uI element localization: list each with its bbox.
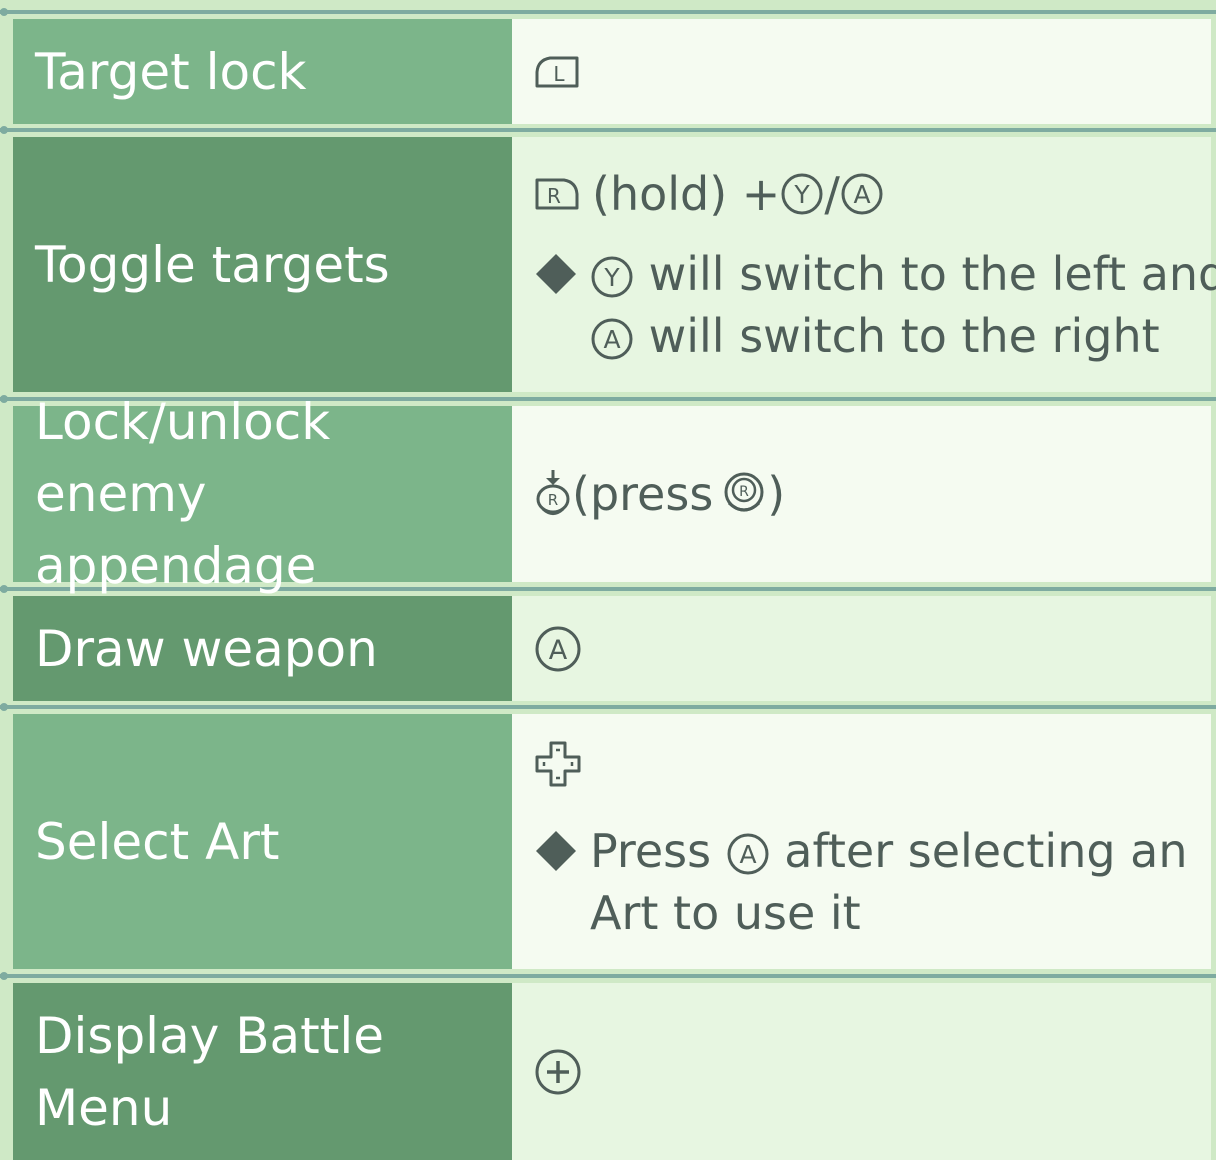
svg-text:A: A xyxy=(603,325,620,354)
control-row-display-battle-menu: Display Battle Menu xyxy=(0,983,1216,1160)
row-label: Select Art xyxy=(35,812,280,871)
control-row-draw-weapon: Draw weapon A xyxy=(0,596,1216,701)
control-row-target-lock: Target lock L xyxy=(0,19,1216,124)
svg-text:Y: Y xyxy=(603,263,620,292)
control-text: (press xyxy=(572,467,714,521)
control-text: ) xyxy=(767,467,786,521)
r-stick-press-icon: R xyxy=(534,468,572,520)
row-label-cell: Draw weapon xyxy=(13,596,512,701)
a-button-icon: A xyxy=(534,625,582,673)
control-note: Press A after selecting an Art to use it xyxy=(534,820,1201,944)
row-control-cell: Press A after selecting an Art to use it xyxy=(512,714,1211,969)
row-separator xyxy=(0,972,1216,980)
row-label-line: Menu xyxy=(35,1078,173,1137)
control-note: Y will switch to the left and A will swi… xyxy=(534,243,1216,367)
l-button-icon: L xyxy=(534,55,580,89)
svg-text:A: A xyxy=(739,840,756,869)
a-button-icon: A xyxy=(590,317,634,361)
row-separator xyxy=(0,126,1216,134)
a-button-icon: A xyxy=(726,832,770,876)
plus-button-icon xyxy=(534,1048,582,1096)
row-control-cell: A xyxy=(512,596,1211,701)
control-text: / xyxy=(824,166,840,221)
row-label-cell: Toggle targets xyxy=(13,137,512,392)
note-text: will switch to the left and xyxy=(634,246,1216,301)
control-row-lock-unlock-appendage: Lock/unlock enemy appendage R (press R) xyxy=(0,393,1216,595)
row-control-cell: L xyxy=(512,19,1211,124)
a-button-icon: A xyxy=(840,172,884,216)
row-label: Draw weapon xyxy=(35,619,378,678)
row-label-cell: Target lock xyxy=(13,19,512,124)
row-label-line: Lock/unlock enemy xyxy=(35,393,331,523)
row-separator xyxy=(0,703,1216,711)
control-row-select-art: Select Art Press A after selecting an Ar… xyxy=(0,714,1216,969)
row-label: Target lock xyxy=(35,42,307,101)
row-label: Toggle targets xyxy=(35,235,390,294)
row-label-line: Display Battle xyxy=(35,1006,384,1065)
note-text: will switch to the right xyxy=(634,308,1160,363)
svg-text:R: R xyxy=(739,484,749,500)
svg-text:L: L xyxy=(553,62,565,86)
r-button-icon: R xyxy=(534,177,580,211)
svg-text:Y: Y xyxy=(794,180,811,209)
diamond-bullet-icon xyxy=(534,820,590,882)
row-control-cell: R (hold) + Y / A Y will switch to the le… xyxy=(512,137,1216,392)
svg-text:A: A xyxy=(853,180,870,209)
row-label-line: appendage xyxy=(35,537,317,595)
note-text: after selecting an xyxy=(769,823,1188,878)
r-stick-icon: R xyxy=(721,471,767,517)
row-label-cell: Select Art xyxy=(13,714,512,969)
row-label-cell: Lock/unlock enemy appendage xyxy=(13,393,512,595)
note-text: Press xyxy=(590,823,726,878)
y-button-icon: Y xyxy=(780,172,824,216)
row-control-cell: R (press R ) xyxy=(512,406,1211,582)
control-text: (hold) + xyxy=(592,166,781,221)
diamond-bullet-icon xyxy=(534,243,590,305)
note-text: Art to use it xyxy=(590,885,861,940)
row-label-cell: Display Battle Menu xyxy=(13,983,512,1160)
row-separator xyxy=(0,8,1216,16)
y-button-icon: Y xyxy=(590,255,634,299)
d-pad-icon xyxy=(534,740,582,788)
row-control-cell xyxy=(512,983,1211,1160)
svg-text:R: R xyxy=(547,184,561,208)
svg-text:A: A xyxy=(549,635,568,666)
svg-text:R: R xyxy=(548,491,558,509)
control-row-toggle-targets: Toggle targets R (hold) + Y / A Y will s… xyxy=(0,137,1216,392)
